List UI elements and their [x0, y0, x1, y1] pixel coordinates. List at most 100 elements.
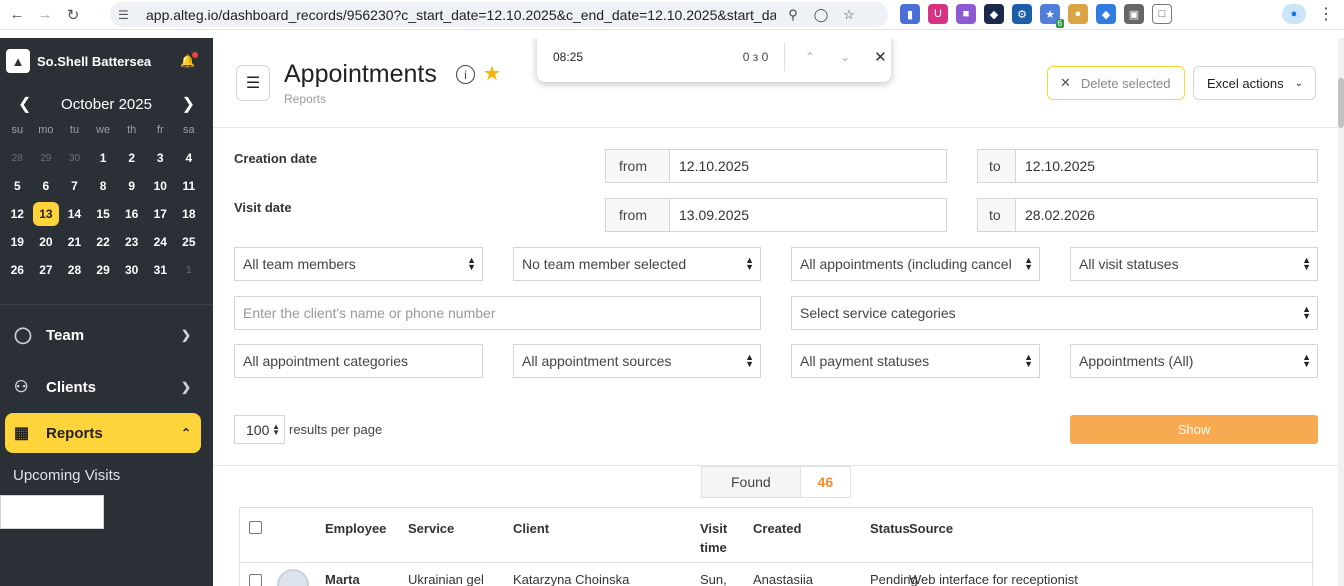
appointment-sources-select[interactable]: All appointment sources ▲ ▼ [513, 344, 761, 378]
calendar-day[interactable]: 23 [117, 228, 146, 256]
creation-from-field[interactable]: from 12.10.2025 [605, 149, 947, 183]
calendar-day[interactable]: 3 [146, 144, 175, 172]
calendar-day[interactable]: 17 [146, 200, 175, 228]
sidebar-item-reports[interactable]: ▦ Reports ⌃ [5, 413, 201, 453]
calendar-day[interactable]: 18 [175, 200, 204, 228]
back-icon[interactable]: ← [6, 4, 28, 26]
calendar-day[interactable]: 10 [146, 172, 175, 200]
calendar-day[interactable]: 28 [3, 144, 32, 172]
calendar-day[interactable]: 28 [60, 256, 89, 284]
calendar-day[interactable]: 5 [3, 172, 32, 200]
team-member-select[interactable]: No team member selected ▲ ▼ [513, 247, 761, 281]
puzzle-icon[interactable]: □ [1152, 4, 1172, 24]
calendar-day[interactable]: 9 [117, 172, 146, 200]
calendar-day[interactable]: 20 [32, 228, 61, 256]
bookmark-star-icon[interactable]: ☆ [838, 4, 860, 26]
sidebar-subitem-appointments[interactable]: Appointments [0, 495, 105, 529]
select-all-checkbox[interactable] [249, 521, 262, 534]
per-page-select[interactable]: 100 ▲ ▼ [234, 415, 285, 444]
visit-statuses-select[interactable]: All visit statuses ▲ ▼ [1070, 247, 1318, 281]
visit-from-value[interactable]: 13.09.2025 [670, 199, 749, 231]
show-button[interactable]: Show [1070, 415, 1318, 444]
extension-doc-icon[interactable]: ▮ [900, 4, 920, 24]
calendar-day[interactable]: 1 [89, 144, 118, 172]
page-search-icon[interactable]: ⚲ [782, 4, 804, 26]
extension-cube-icon[interactable]: ◆ [984, 4, 1004, 24]
chevron-down-icon[interactable]: ⌄ [834, 50, 855, 64]
cookie-icon[interactable]: ● [1068, 4, 1088, 24]
url-text[interactable]: app.alteg.io/dashboard_records/956230?c_… [146, 7, 776, 23]
creation-to-field[interactable]: to 12.10.2025 [977, 149, 1318, 183]
appointment-categories-select[interactable]: All appointment categories [234, 344, 483, 378]
extension-badge-icon[interactable]: ★ 6 [1040, 4, 1064, 28]
table-row[interactable]: Marta Ukrainian gel Katarzyna Choinska S… [240, 562, 1314, 586]
next-month-icon[interactable]: ❯ [182, 94, 195, 114]
extension-shield-icon[interactable]: U [928, 4, 948, 24]
calendar-day[interactable]: 24 [146, 228, 175, 256]
calendar-day[interactable]: 15 [89, 200, 118, 228]
table-header-service[interactable]: Service [408, 519, 454, 538]
calendar-day[interactable]: 22 [89, 228, 118, 256]
calendar-day[interactable]: 6 [32, 172, 61, 200]
menu-toggle-button[interactable]: ☰ [236, 65, 270, 101]
extension-gear-icon[interactable]: ⚙ [1012, 4, 1032, 24]
profile-avatar-icon[interactable]: ● [1282, 4, 1306, 24]
table-header-created[interactable]: Created [753, 519, 801, 538]
calendar-day[interactable]: 29 [32, 144, 61, 172]
calendar-day[interactable]: 12 [3, 200, 32, 228]
close-icon[interactable]: ✕ [870, 48, 891, 66]
creation-from-value[interactable]: 12.10.2025 [670, 150, 749, 182]
calendar-day[interactable]: 30 [60, 144, 89, 172]
breadcrumb[interactable]: Reports [284, 92, 326, 106]
creation-to-value[interactable]: 12.10.2025 [1016, 150, 1095, 182]
favorite-star-icon[interactable]: ★ [483, 61, 501, 86]
table-header-source[interactable]: Source [909, 519, 953, 538]
service-categories-select[interactable]: Select service categories ▲ ▼ [791, 296, 1318, 330]
row-checkbox[interactable] [249, 574, 262, 586]
sidebar-item-clients[interactable]: ⚇ Clients ❯ [0, 361, 213, 413]
bell-icon[interactable]: 🔔 [180, 52, 198, 68]
visit-from-field[interactable]: from 13.09.2025 [605, 198, 947, 232]
calendar-day[interactable]: 1 [175, 256, 204, 284]
chevron-up-icon[interactable]: ⌃ [799, 50, 820, 64]
excel-actions-button[interactable]: Excel actions ⌄ [1193, 66, 1316, 100]
info-icon[interactable]: i [456, 65, 475, 84]
extension-tag-icon[interactable]: ◆ [1096, 4, 1116, 24]
page-scrollbar[interactable] [1338, 38, 1344, 586]
table-header-employee[interactable]: Employee [325, 519, 386, 538]
calendar-day[interactable]: 16 [117, 200, 146, 228]
calendar-day[interactable]: 2 [117, 144, 146, 172]
table-header-client[interactable]: Client [513, 519, 549, 538]
reload-icon[interactable]: ↻ [62, 4, 84, 26]
extension-window-icon[interactable]: ▣ [1124, 4, 1144, 24]
calendar-day[interactable]: 31 [146, 256, 175, 284]
calendar-day[interactable]: 27 [32, 256, 61, 284]
calendar-day[interactable]: 8 [89, 172, 118, 200]
extension-square-icon[interactable]: ■ [956, 4, 976, 24]
visit-to-field[interactable]: to 28.02.2026 [977, 198, 1318, 232]
calendar-day[interactable]: 13 [32, 200, 61, 228]
forward-icon[interactable]: → [34, 4, 56, 26]
calendar-day[interactable]: 30 [117, 256, 146, 284]
calendar-day[interactable]: 26 [3, 256, 32, 284]
calendar-day[interactable]: 7 [60, 172, 89, 200]
calendar-day[interactable]: 11 [175, 172, 204, 200]
client-search-input[interactable]: Enter the client's name or phone number [234, 296, 761, 330]
sidebar-item-team[interactable]: ◯ Team ❯ [0, 309, 213, 361]
calendar-day[interactable]: 14 [60, 200, 89, 228]
appointments-select[interactable]: All appointments (including cancel ▲ ▼ [791, 247, 1040, 281]
calendar-day[interactable]: 4 [175, 144, 204, 172]
payment-statuses-select[interactable]: All payment statuses ▲ ▼ [791, 344, 1040, 378]
cell-employee[interactable]: Marta [325, 572, 360, 586]
brand-name[interactable]: So.Shell Battersea [37, 54, 151, 69]
prev-month-icon[interactable]: ❮ [18, 94, 31, 114]
calendar-day[interactable]: 19 [3, 228, 32, 256]
calendar-day[interactable]: 29 [89, 256, 118, 284]
visit-to-value[interactable]: 28.02.2026 [1016, 199, 1095, 231]
cell-client[interactable]: Katarzyna Choinska [513, 572, 629, 586]
table-header-status[interactable]: Status [870, 519, 910, 538]
translate-icon[interactable]: ◯ [810, 4, 832, 26]
table-header-visit-time[interactable]: Visit time [700, 519, 740, 557]
calendar-day[interactable]: 25 [175, 228, 204, 256]
kebab-menu-icon[interactable]: ⋮ [1318, 4, 1334, 24]
